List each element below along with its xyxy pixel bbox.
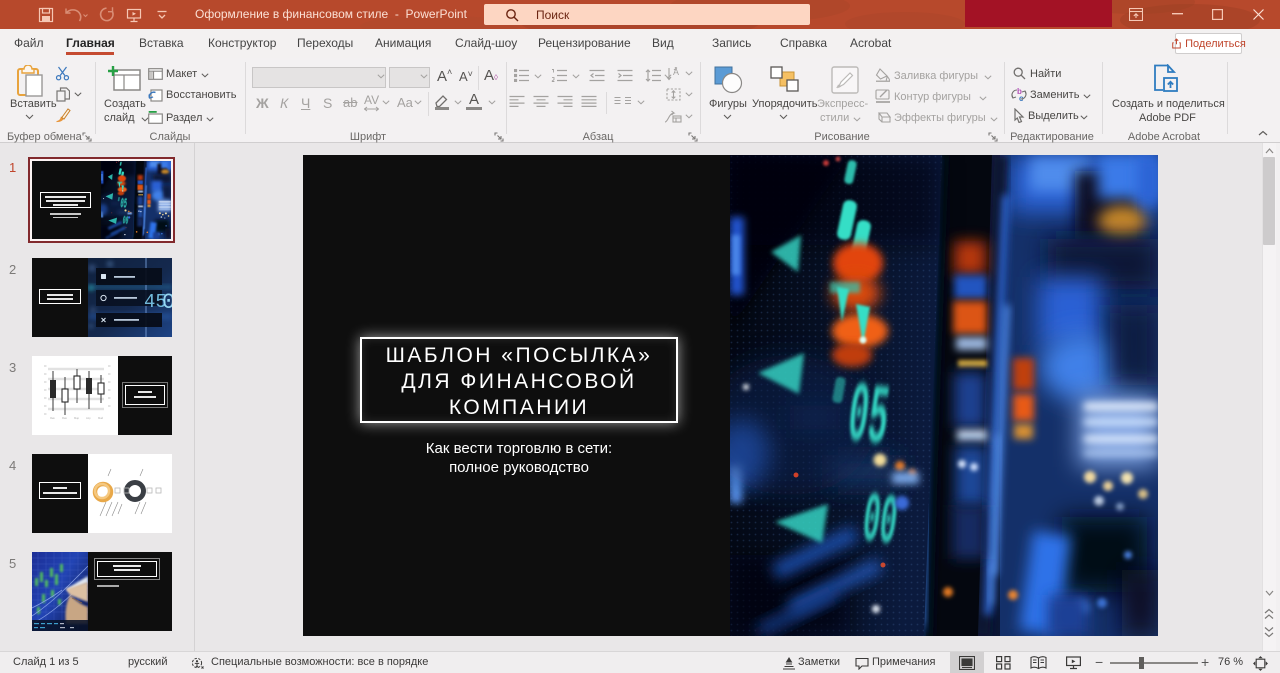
svg-text:Май: Май: [98, 416, 104, 420]
svg-text:Апр: Апр: [86, 416, 91, 420]
svg-text:Янв: Янв: [50, 416, 55, 420]
svg-text:Мар: Мар: [74, 416, 80, 420]
svg-text:Фев: Фев: [62, 416, 67, 420]
svg-text:0: 0: [162, 290, 172, 315]
